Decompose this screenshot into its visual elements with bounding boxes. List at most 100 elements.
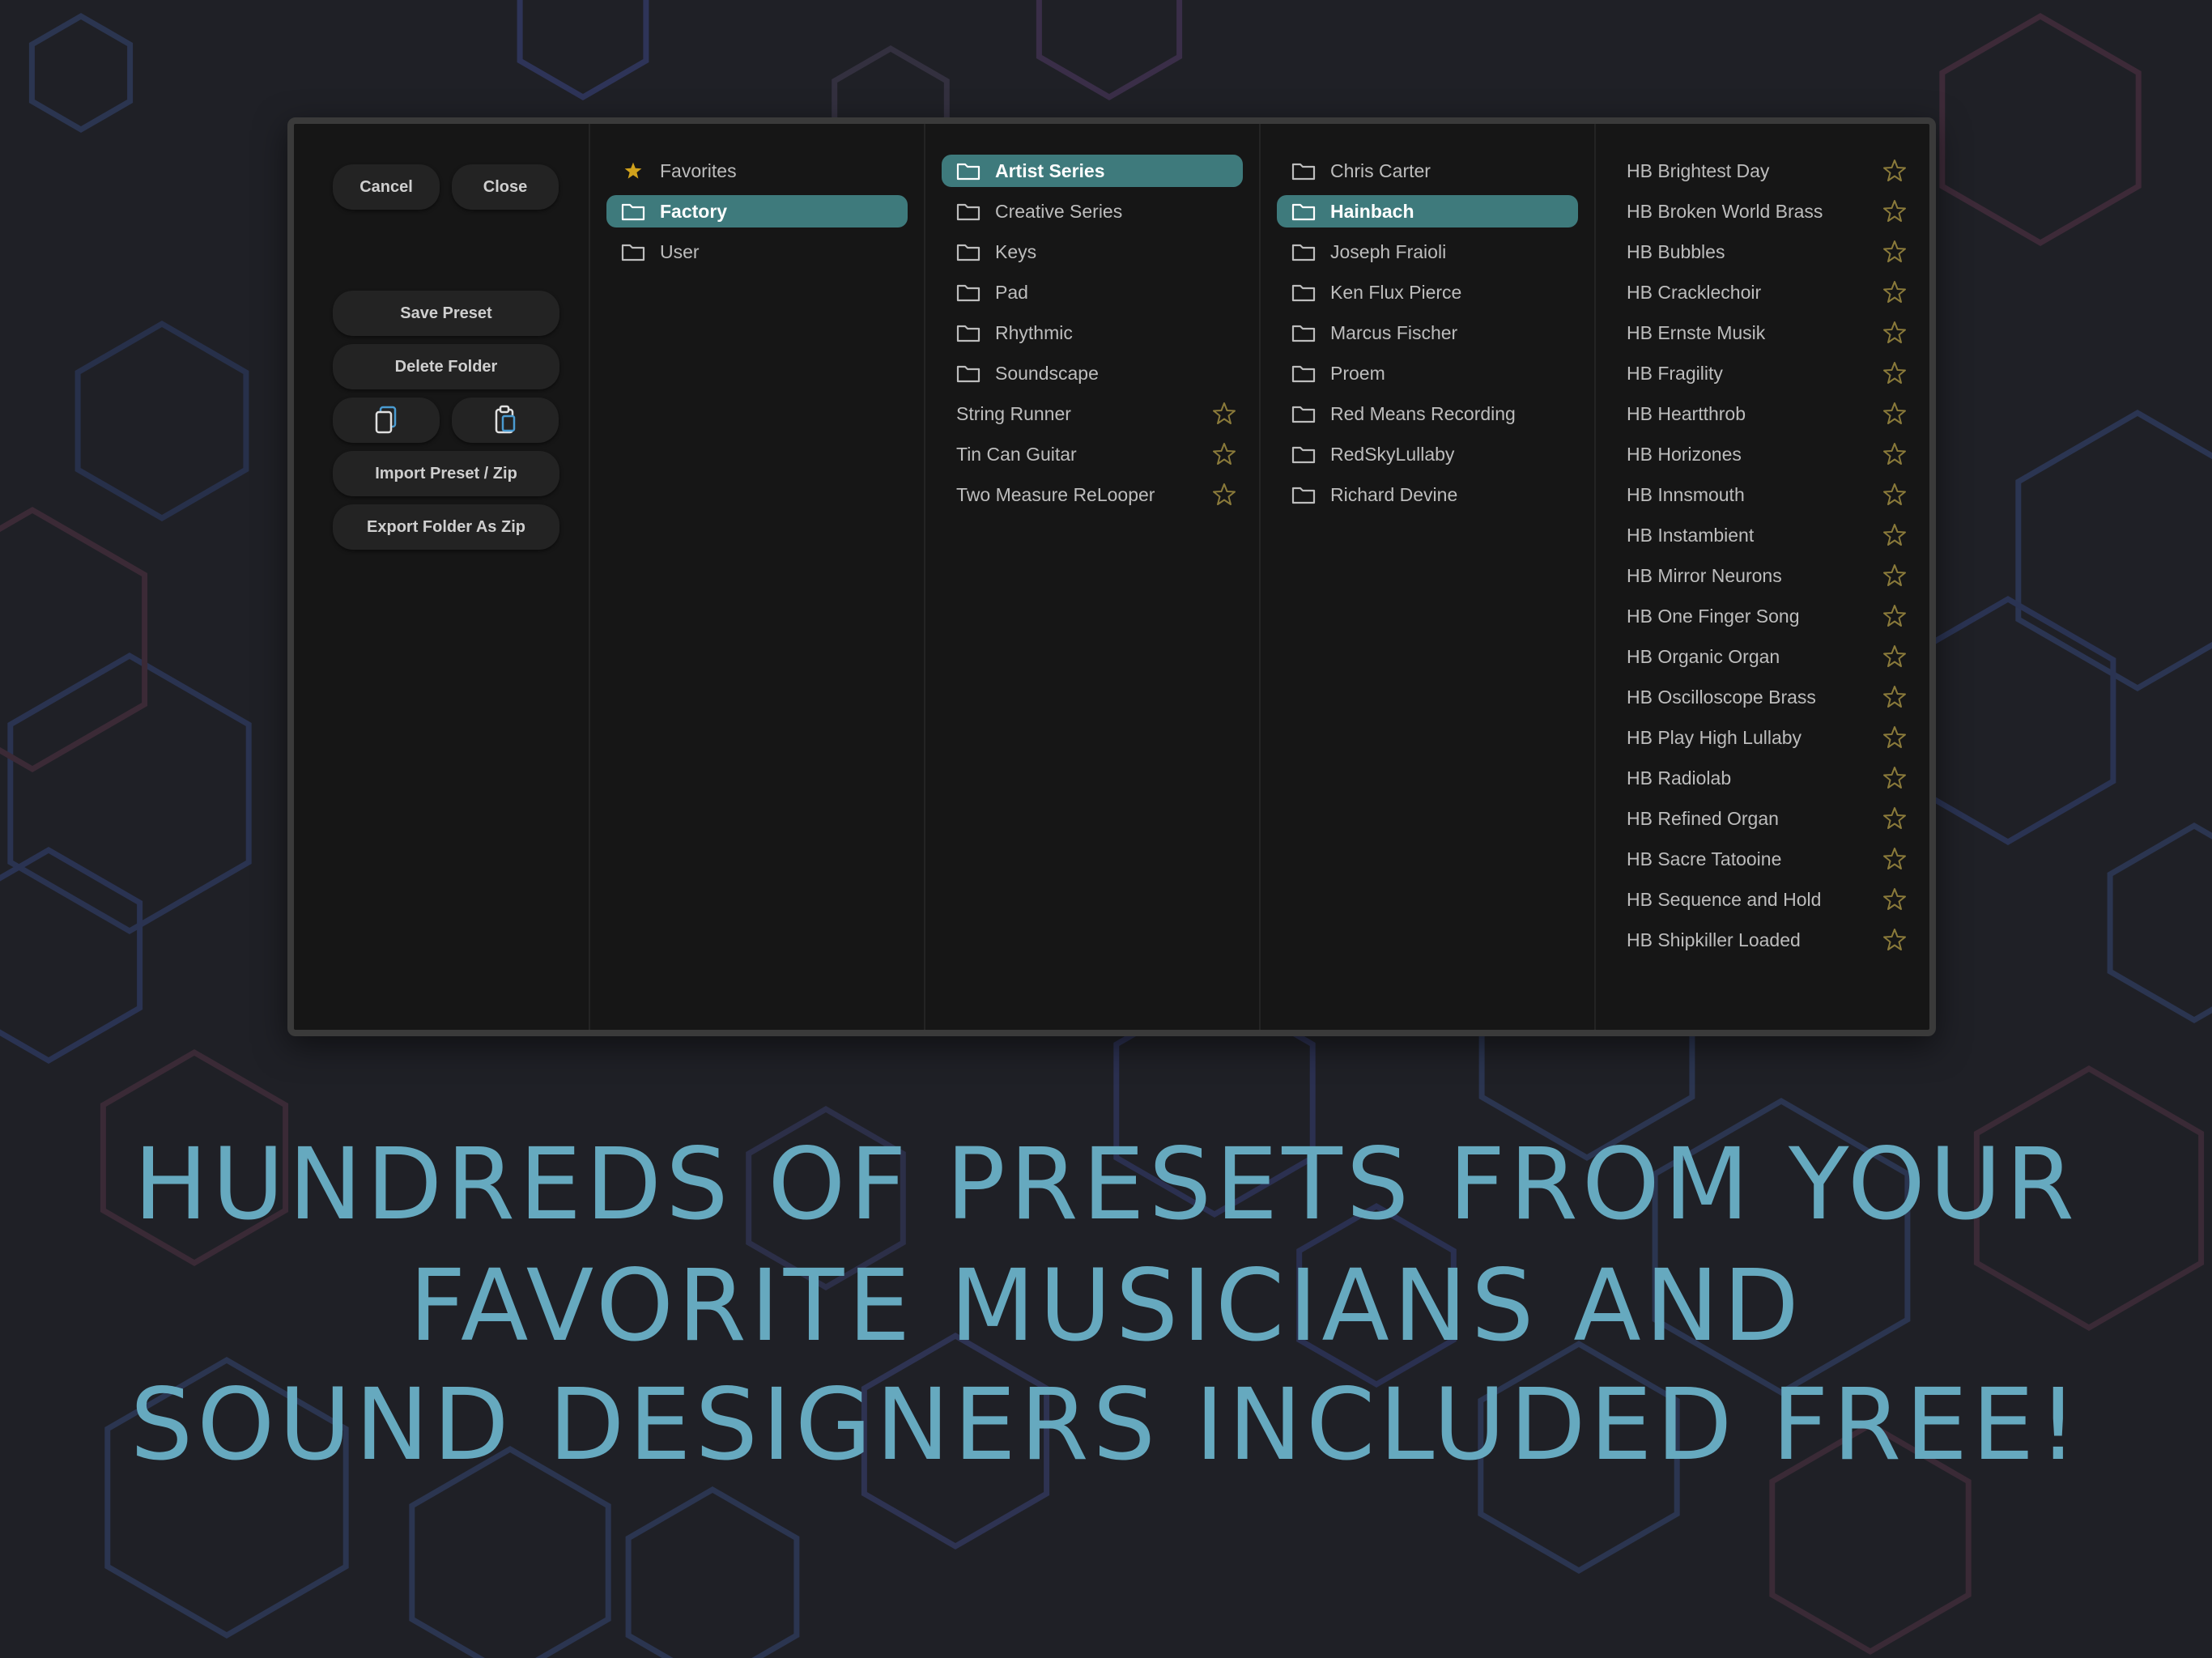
artist-item[interactable]: Hainbach bbox=[1277, 195, 1578, 227]
preset-item[interactable]: HB Shipkiller Loaded bbox=[1612, 920, 1913, 960]
close-button[interactable]: Close bbox=[452, 164, 559, 210]
artist-column: Chris Carter Hainbach Joseph Fraioli Ken Fl… bbox=[1261, 124, 1594, 1030]
folder-icon bbox=[956, 202, 981, 221]
favorite-star-icon[interactable] bbox=[1882, 159, 1907, 183]
category-item[interactable]: Factory bbox=[606, 195, 908, 227]
preset-item-label: HB Horizones bbox=[1627, 443, 1742, 465]
copy-button[interactable] bbox=[333, 397, 440, 443]
preset-item[interactable]: HB Horizones bbox=[1612, 434, 1913, 474]
favorite-star-icon[interactable] bbox=[1882, 240, 1907, 264]
headline-line-1: HUNDREDS OF PRESETS FROM YOUR bbox=[134, 1127, 2078, 1242]
preset-item[interactable]: HB Organic Organ bbox=[1612, 636, 1913, 677]
preset-item-label: HB Radiolab bbox=[1627, 767, 1732, 789]
series-item[interactable]: Two Measure ReLooper bbox=[942, 474, 1243, 515]
favorite-star-icon[interactable] bbox=[1882, 321, 1907, 345]
artist-item[interactable]: Marcus Fischer bbox=[1277, 312, 1578, 353]
series-item[interactable]: Keys bbox=[942, 232, 1243, 272]
series-item-label: Two Measure ReLooper bbox=[956, 483, 1155, 505]
series-item[interactable]: String Runner bbox=[942, 393, 1243, 434]
favorite-star-icon[interactable] bbox=[1882, 361, 1907, 385]
artist-item[interactable]: Chris Carter bbox=[1277, 151, 1578, 191]
favorite-star-icon[interactable] bbox=[1882, 685, 1907, 709]
preset-item-label: HB One Finger Song bbox=[1627, 605, 1800, 627]
preset-item-label: HB Mirror Neurons bbox=[1627, 564, 1782, 586]
category-item[interactable]: User bbox=[606, 232, 908, 272]
artist-item[interactable]: Joseph Fraioli bbox=[1277, 232, 1578, 272]
series-item[interactable]: Soundscape bbox=[942, 353, 1243, 393]
preset-item[interactable]: HB Innsmouth bbox=[1612, 474, 1913, 515]
star-filled-icon bbox=[621, 161, 645, 181]
export-folder-button[interactable]: Export Folder As Zip bbox=[333, 504, 559, 550]
preset-item[interactable]: HB Broken World Brass bbox=[1612, 191, 1913, 232]
favorite-star-icon[interactable] bbox=[1212, 402, 1236, 426]
preset-item[interactable]: HB Sacre Tatooine bbox=[1612, 839, 1913, 879]
series-item[interactable]: Artist Series bbox=[942, 155, 1243, 187]
preset-item-label: HB Ernste Musik bbox=[1627, 321, 1766, 343]
preset-item[interactable]: HB Mirror Neurons bbox=[1612, 555, 1913, 596]
favorite-star-icon[interactable] bbox=[1212, 442, 1236, 466]
folder-icon bbox=[1291, 363, 1316, 383]
preset-item[interactable]: HB Radiolab bbox=[1612, 758, 1913, 798]
folder-icon bbox=[956, 161, 981, 181]
folder-icon bbox=[956, 283, 981, 302]
import-preset-button[interactable]: Import Preset / Zip bbox=[333, 451, 559, 496]
favorite-star-icon[interactable] bbox=[1882, 644, 1907, 669]
favorite-star-icon[interactable] bbox=[1882, 280, 1907, 304]
preset-item[interactable]: HB Play High Lullaby bbox=[1612, 717, 1913, 758]
preset-item-label: HB Organic Organ bbox=[1627, 645, 1780, 667]
favorite-star-icon[interactable] bbox=[1882, 928, 1907, 952]
folder-icon bbox=[1291, 485, 1316, 504]
favorite-star-icon[interactable] bbox=[1882, 806, 1907, 831]
favorite-star-icon[interactable] bbox=[1882, 847, 1907, 871]
favorite-star-icon[interactable] bbox=[1882, 887, 1907, 912]
action-column: Cancel Close Save Preset Delete Folder I… bbox=[294, 124, 589, 1030]
artist-item-label: Richard Devine bbox=[1330, 483, 1458, 505]
favorite-star-icon[interactable] bbox=[1212, 483, 1236, 507]
preset-item[interactable]: HB Fragility bbox=[1612, 353, 1913, 393]
preset-item-label: HB Innsmouth bbox=[1627, 483, 1745, 505]
artist-item[interactable]: Proem bbox=[1277, 353, 1578, 393]
preset-item-label: HB Shipkiller Loaded bbox=[1627, 929, 1801, 950]
artist-item[interactable]: Richard Devine bbox=[1277, 474, 1578, 515]
series-item[interactable]: Pad bbox=[942, 272, 1243, 312]
favorite-star-icon[interactable] bbox=[1882, 199, 1907, 223]
favorite-star-icon[interactable] bbox=[1882, 604, 1907, 628]
folder-icon bbox=[1291, 161, 1316, 181]
preset-item[interactable]: HB Ernste Musik bbox=[1612, 312, 1913, 353]
preset-item[interactable]: HB Brightest Day bbox=[1612, 151, 1913, 191]
artist-item[interactable]: Ken Flux Pierce bbox=[1277, 272, 1578, 312]
series-item-label: Pad bbox=[995, 281, 1028, 303]
preset-column: HB Brightest Day HB Broken World Brass HB … bbox=[1596, 124, 1929, 1030]
cancel-button[interactable]: Cancel bbox=[333, 164, 440, 210]
favorite-star-icon[interactable] bbox=[1882, 725, 1907, 750]
favorite-star-icon[interactable] bbox=[1882, 766, 1907, 790]
paste-button[interactable] bbox=[452, 397, 559, 443]
favorite-star-icon[interactable] bbox=[1882, 563, 1907, 588]
series-item[interactable]: Rhythmic bbox=[942, 312, 1243, 353]
preset-item-label: HB Bubbles bbox=[1627, 240, 1725, 262]
paste-icon bbox=[495, 405, 516, 434]
preset-item[interactable]: HB Instambient bbox=[1612, 515, 1913, 555]
preset-item[interactable]: HB Sequence and Hold bbox=[1612, 879, 1913, 920]
preset-item[interactable]: HB Heartthrob bbox=[1612, 393, 1913, 434]
category-column: Favorites Factory User bbox=[590, 124, 924, 1030]
series-item[interactable]: Creative Series bbox=[942, 191, 1243, 232]
series-column: Artist Series Creative Series Keys Pad Rhyth… bbox=[925, 124, 1259, 1030]
artist-item[interactable]: RedSkyLullaby bbox=[1277, 434, 1578, 474]
preset-item[interactable]: HB Refined Organ bbox=[1612, 798, 1913, 839]
favorite-star-icon[interactable] bbox=[1882, 402, 1907, 426]
folder-icon bbox=[1291, 283, 1316, 302]
save-preset-button[interactable]: Save Preset bbox=[333, 291, 559, 336]
preset-item[interactable]: HB Oscilloscope Brass bbox=[1612, 677, 1913, 717]
preset-item[interactable]: HB Bubbles bbox=[1612, 232, 1913, 272]
preset-item[interactable]: HB Cracklechoir bbox=[1612, 272, 1913, 312]
favorite-star-icon[interactable] bbox=[1882, 523, 1907, 547]
series-item[interactable]: Tin Can Guitar bbox=[942, 434, 1243, 474]
artist-item[interactable]: Red Means Recording bbox=[1277, 393, 1578, 434]
delete-folder-button[interactable]: Delete Folder bbox=[333, 344, 559, 389]
category-item[interactable]: Favorites bbox=[606, 151, 908, 191]
favorite-star-icon[interactable] bbox=[1882, 442, 1907, 466]
artist-item-label: Red Means Recording bbox=[1330, 402, 1516, 424]
favorite-star-icon[interactable] bbox=[1882, 483, 1907, 507]
preset-item[interactable]: HB One Finger Song bbox=[1612, 596, 1913, 636]
